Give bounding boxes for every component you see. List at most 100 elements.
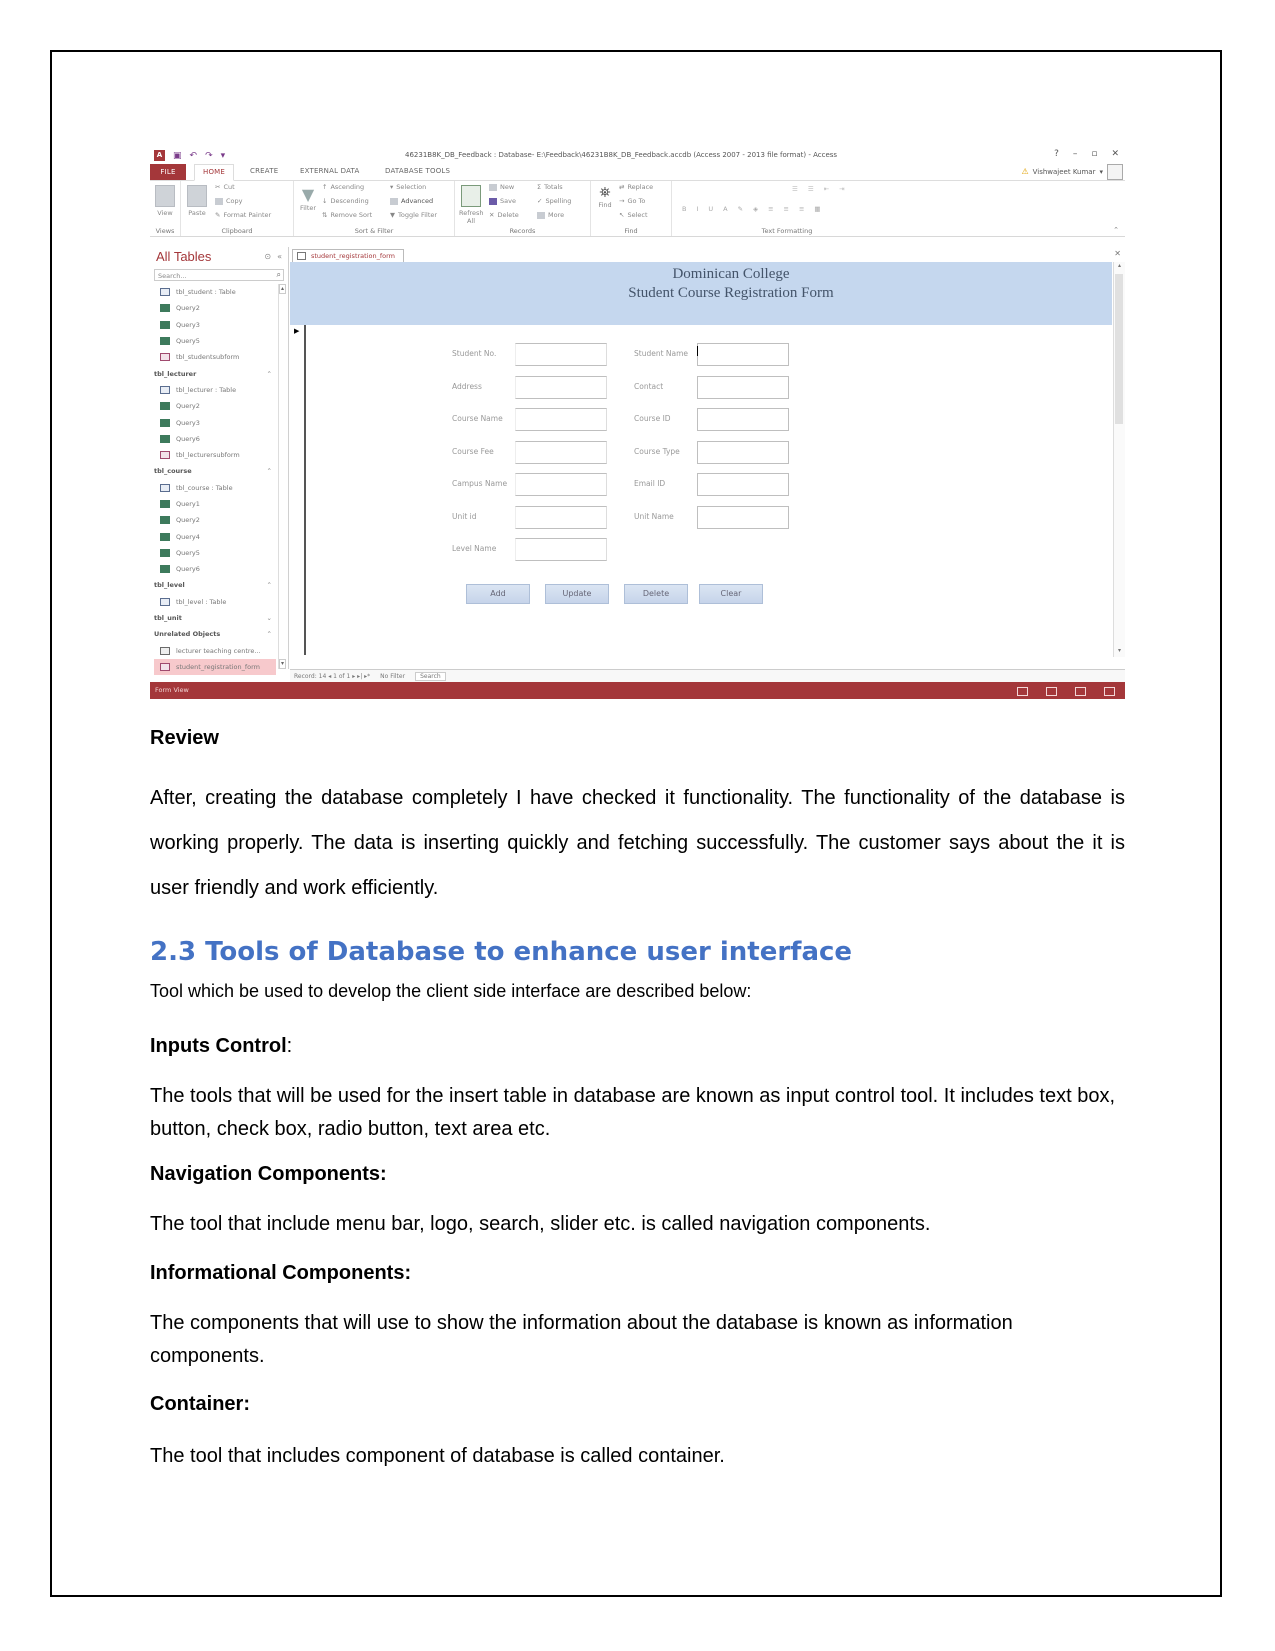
nav-object-item[interactable]: tbl_course : Table [154, 480, 276, 496]
paste-button[interactable]: Paste [185, 185, 209, 217]
field-input[interactable] [697, 505, 789, 529]
help-button[interactable]: ? [1054, 149, 1059, 159]
scroll-up-icon[interactable]: ▴ [1114, 262, 1125, 272]
nav-object-item[interactable]: Query3 [154, 317, 276, 333]
tab-external-data[interactable]: EXTERNAL DATA [300, 167, 359, 175]
close-document-icon[interactable]: ✕ [1114, 249, 1121, 258]
chevron-icon[interactable]: ⌃ [267, 630, 272, 638]
field-input[interactable] [515, 343, 607, 366]
chevron-icon[interactable]: ⌃ [267, 581, 272, 589]
undo-icon[interactable]: ↶ [190, 151, 198, 161]
nav-group-header[interactable]: tbl_course ⌃ [154, 463, 276, 479]
nav-search-input[interactable]: Search... ⌕ [154, 269, 284, 281]
field-input[interactable] [697, 440, 789, 464]
scroll-down-icon[interactable]: ▾ [1114, 647, 1125, 657]
scroll-up-icon[interactable]: ▴ [279, 284, 286, 294]
record-selector[interactable]: ▶ [290, 325, 306, 655]
document-tab[interactable]: student_registration_form [292, 249, 405, 262]
nav-object-item[interactable]: tbl_lecturer : Table [154, 382, 276, 398]
design-view-icon[interactable] [1104, 687, 1115, 696]
advanced-button[interactable]: Advanced [390, 197, 433, 205]
datasheet-view-icon[interactable] [1046, 687, 1057, 696]
add-button[interactable]: Add [466, 584, 530, 604]
cut-button[interactable]: ✂ Cut [215, 183, 235, 191]
nav-object-item[interactable]: tbl_studentsubform [154, 349, 276, 365]
chevron-icon[interactable]: ⌃ [267, 370, 272, 378]
nav-group-header[interactable]: tbl_lecturer ⌃ [154, 365, 276, 381]
toggle-filter-button[interactable]: ▼ Toggle Filter [390, 211, 437, 219]
clear-button[interactable]: Clear [699, 584, 763, 604]
collapse-pane-icon[interactable]: « [277, 252, 282, 261]
nav-object-item[interactable]: Query2 [154, 398, 276, 414]
underline-button[interactable]: U [708, 205, 713, 213]
customize-qat-icon[interactable]: ▾ [221, 151, 226, 161]
field-input[interactable] [515, 538, 607, 561]
gridlines-icon[interactable]: ▦ [814, 205, 820, 213]
layout-view-icon[interactable] [1075, 687, 1086, 696]
tab-file[interactable]: FILE [150, 164, 186, 180]
nav-object-item[interactable]: tbl_lecturersubform [154, 447, 276, 463]
collapse-ribbon-icon[interactable]: ⌃ [1113, 226, 1119, 234]
totals-button[interactable]: Σ Totals [537, 183, 563, 191]
nav-scrollbar[interactable]: ▴ ▾ [278, 284, 286, 669]
spelling-button[interactable]: ✓ Spelling [537, 197, 571, 205]
bullets-icon[interactable]: ☰ [792, 185, 798, 193]
nav-object-item[interactable]: Query2 [154, 300, 276, 316]
tab-create[interactable]: CREATE [250, 167, 278, 175]
align-left-icon[interactable]: ≡ [768, 205, 773, 213]
nav-object-item[interactable]: Query6 [154, 561, 276, 577]
field-input[interactable] [697, 375, 789, 399]
replace-button[interactable]: ⇄ Replace [619, 183, 653, 191]
delete-record-button[interactable]: ✕ Delete [489, 211, 519, 219]
select-button[interactable]: ↖ Select [619, 211, 648, 219]
nav-object-item[interactable]: Query5 [154, 333, 276, 349]
user-account[interactable]: ⚠ Vishwajeet Kumar ▾ [1021, 167, 1103, 176]
descending-button[interactable]: ↓ Descending [322, 197, 369, 205]
numbering-icon[interactable]: ☰ [808, 185, 814, 193]
fill-icon[interactable]: ◈ [753, 205, 758, 213]
nav-object-item[interactable]: tbl_student : Table [154, 284, 276, 300]
align-center-icon[interactable]: ≡ [784, 205, 789, 213]
save-record-button[interactable]: Save [489, 197, 516, 205]
record-search-input[interactable]: Search [415, 671, 446, 681]
selection-button[interactable]: ▾ Selection [390, 183, 426, 191]
nav-object-item[interactable]: Query5 [154, 545, 276, 561]
close-button[interactable]: ✕ [1111, 149, 1119, 159]
minimize-button[interactable]: – [1073, 149, 1078, 159]
tab-database-tools[interactable]: DATABASE TOOLS [385, 167, 450, 175]
goto-button[interactable]: → Go To [619, 197, 645, 205]
nav-group-header[interactable]: tbl_level ⌃ [154, 577, 276, 593]
form-view-icon[interactable] [1017, 687, 1028, 696]
outdent-icon[interactable]: ⇥ [839, 185, 844, 193]
filter-indicator[interactable]: No Filter [380, 673, 405, 680]
field-input[interactable] [697, 408, 789, 431]
find-button[interactable]: ⛯ Find [595, 185, 615, 209]
field-input[interactable] [697, 473, 789, 496]
nav-object-item[interactable]: Query4 [154, 528, 276, 544]
nav-object-item[interactable]: Query3 [154, 414, 276, 430]
maximize-button[interactable]: ▫ [1091, 149, 1097, 159]
field-input[interactable] [515, 473, 607, 496]
save-icon[interactable]: ▣ [173, 151, 182, 161]
field-input[interactable] [515, 375, 607, 399]
bold-button[interactable]: B [682, 205, 686, 213]
chevron-icon[interactable]: ⌃ [267, 467, 272, 475]
copy-button[interactable]: Copy [215, 197, 243, 205]
delete-button[interactable]: Delete [624, 584, 688, 604]
scroll-down-icon[interactable]: ▾ [279, 659, 286, 669]
form-scrollbar[interactable]: ▴ ▾ [1113, 262, 1125, 657]
nav-pane-title[interactable]: All Tables [156, 249, 211, 264]
format-painter-button[interactable]: ✎ Format Painter [215, 211, 271, 219]
nav-object-item[interactable]: student_registration_form [154, 658, 276, 676]
avatar[interactable] [1107, 164, 1123, 180]
nav-group-header[interactable]: tbl_unit ⌄ [154, 610, 276, 626]
filter-button[interactable]: ▼ Filter [296, 185, 320, 212]
nav-object-item[interactable]: lecturer teaching centre... [154, 643, 276, 659]
field-input[interactable] [515, 408, 607, 431]
nav-menu-icon[interactable]: ⊙ [264, 252, 271, 261]
chevron-icon[interactable]: ⌄ [267, 614, 272, 622]
field-input[interactable] [697, 343, 789, 366]
scroll-thumb[interactable] [1115, 274, 1123, 424]
update-button[interactable]: Update [545, 584, 609, 604]
nav-object-item[interactable]: tbl_level : Table [154, 594, 276, 610]
